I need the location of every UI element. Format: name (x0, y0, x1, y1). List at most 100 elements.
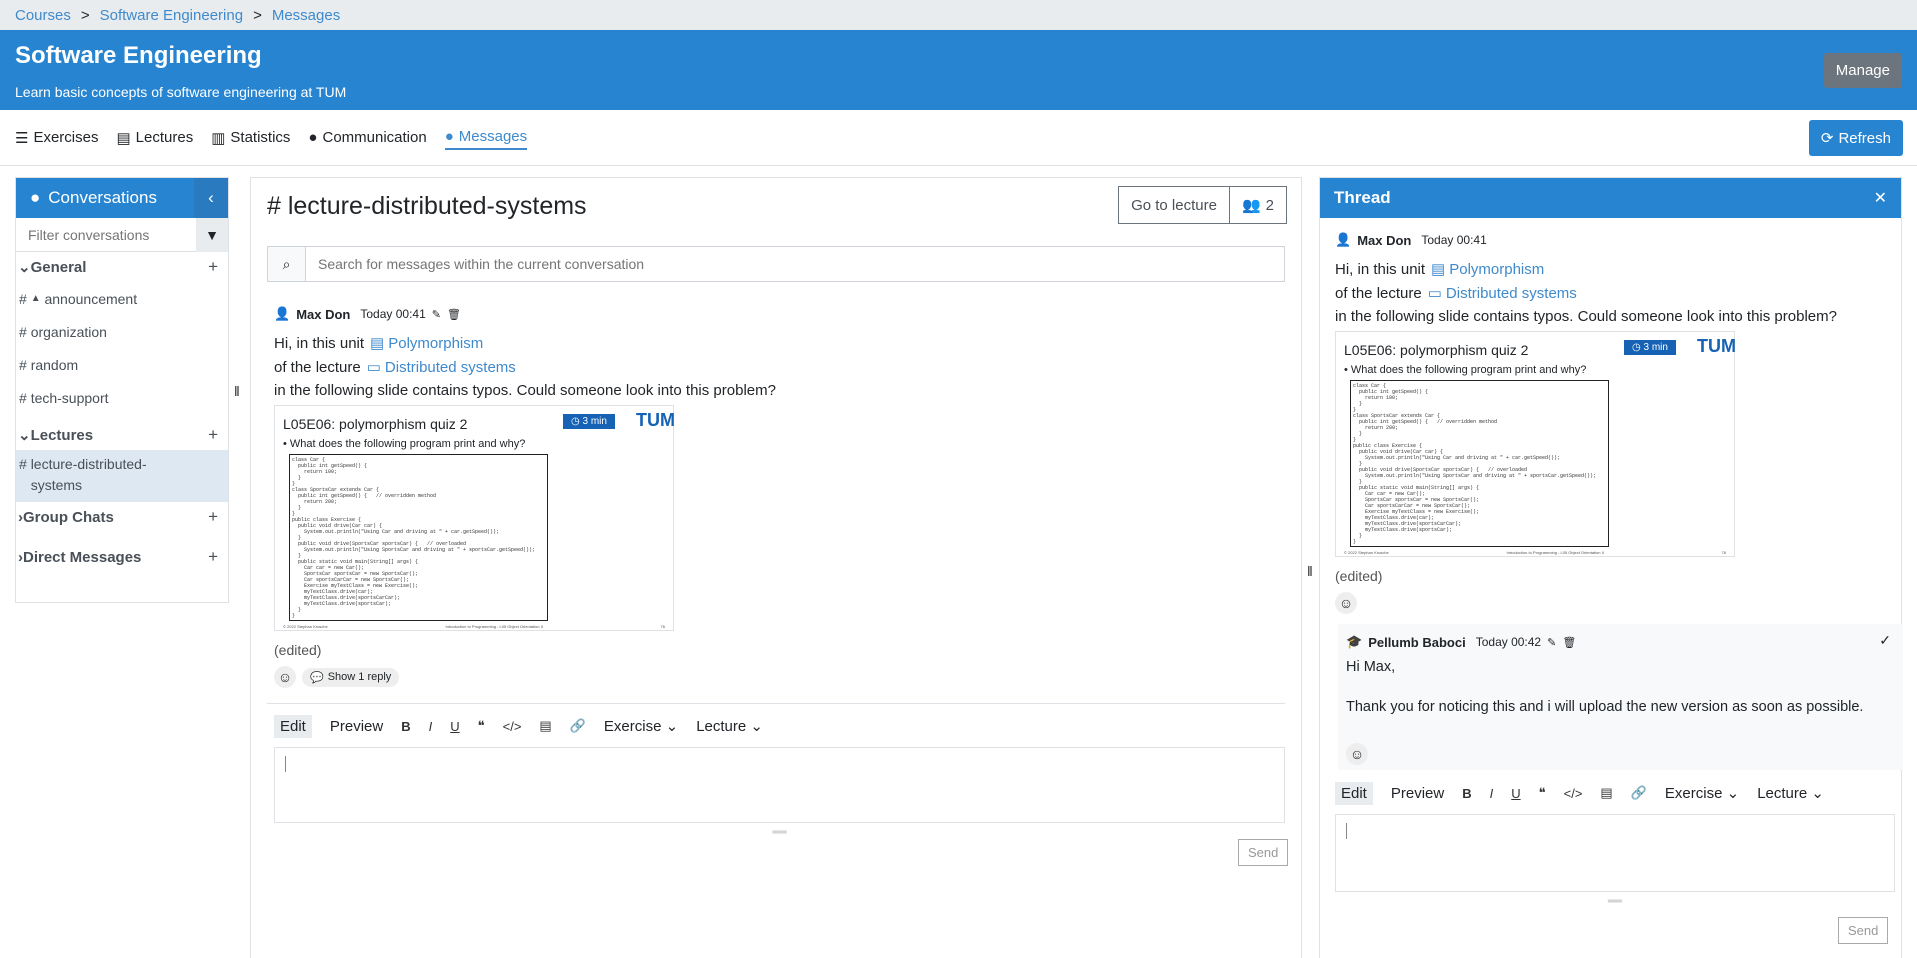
italic-icon[interactable]: I (429, 719, 433, 734)
dropdown-label: Exercise (603, 718, 662, 735)
edit-icon[interactable]: ✎ (432, 308, 441, 321)
breadcrumb-course[interactable]: Software Engineering (100, 7, 243, 24)
show-reply-button[interactable]: 💬 Show 1 reply (302, 667, 400, 687)
tab-lectures[interactable]: ▤ Lectures (116, 126, 193, 150)
textarea-resize-handle[interactable]: ══ (274, 827, 1285, 838)
lecture-dropdown[interactable]: Lecture ⌄ (1757, 784, 1824, 802)
emoji-reaction-icon[interactable]: ☺ (1346, 743, 1368, 765)
resize-handle[interactable]: ‖ (234, 383, 240, 399)
group-direct-messages[interactable]: › Direct Messages + (16, 542, 228, 572)
sidebar-item-tech-support[interactable]: # tech-support (16, 381, 228, 414)
link-icon[interactable]: 🔗 (570, 718, 586, 734)
close-icon[interactable]: ✕ (1874, 188, 1887, 208)
emoji-reaction-icon[interactable]: ☺ (1335, 592, 1357, 614)
tab-label: Lectures (135, 129, 194, 146)
group-general[interactable]: ⌄ General + (16, 252, 228, 282)
sidebar-item-lecture-distributed-systems[interactable]: # lecture-distributed-systems (16, 450, 228, 502)
channel-label: tech-support (30, 389, 109, 406)
lecture-dropdown[interactable]: Lecture ⌄ (696, 717, 763, 735)
go-to-lecture-button[interactable]: Go to lecture (1118, 186, 1230, 224)
slide-image[interactable]: L05E06: polymorphism quiz 2 ◷ 3 min TUM … (1335, 331, 1736, 557)
code-icon[interactable]: </> (1564, 786, 1583, 801)
sidebar-item-announcement[interactable]: # ▲ announcement (16, 282, 228, 315)
editor-toolbar: Edit Preview B I U ❝ </> ▤ 🔗 Exercise ⌄ … (1335, 780, 1895, 806)
filter-icon[interactable]: ▼ (196, 218, 228, 252)
slide-footer-left: © 2022 Stephan Krusche (1344, 550, 1389, 555)
trash-icon[interactable]: 🗑 (1562, 636, 1576, 649)
users-icon: 👥 (1241, 197, 1261, 214)
textarea-resize-handle[interactable]: ══ (1335, 896, 1895, 907)
send-button[interactable]: Send (1838, 917, 1889, 944)
breadcrumb-messages[interactable]: Messages (272, 7, 340, 24)
group-group-chats[interactable]: › Group Chats + (16, 502, 228, 532)
edit-tab[interactable]: Edit (274, 714, 312, 738)
slide-footer-mid: Introduction to Programming - L05 Object… (445, 624, 543, 629)
tab-statistics[interactable]: ▥ Statistics (211, 126, 290, 150)
manage-button[interactable]: Manage (1823, 53, 1902, 88)
members-button[interactable]: 👥 2 (1229, 186, 1287, 224)
group-lectures[interactable]: ⌄ Lectures + (16, 420, 228, 450)
group-label: Lectures (30, 426, 94, 444)
exercise-dropdown[interactable]: Exercise ⌄ (604, 717, 678, 735)
edited-label: (edited) (274, 642, 322, 658)
message-text: in the following slide contains typos. C… (1335, 308, 1837, 325)
sidebar-item-random[interactable]: # random (16, 348, 228, 381)
chevron-left-icon[interactable]: ‹ (194, 178, 228, 218)
slide-code: class Car { public int getSpeed() { retu… (1350, 380, 1609, 547)
plus-icon[interactable]: + (208, 425, 218, 445)
user-icon: 👤 (1335, 232, 1352, 247)
text-cursor (285, 756, 286, 772)
tab-communication[interactable]: ● Communication (308, 126, 426, 150)
message-search-input[interactable] (306, 256, 1206, 272)
bold-icon[interactable]: B (401, 719, 410, 734)
breadcrumb-courses[interactable]: Courses (15, 7, 71, 24)
unit-link[interactable]: ▤ Polymorphism (1431, 260, 1544, 279)
plus-icon[interactable]: + (208, 547, 218, 567)
code-line: } (292, 613, 296, 619)
check-icon[interactable]: ✓ (1879, 632, 1891, 649)
refresh-button[interactable]: ⟳ Refresh (1808, 120, 1903, 156)
message-author: 👤 Max Don Today 00:41 ✎ 🗑 (274, 306, 1274, 322)
unit-link[interactable]: ▤ Polymorphism (370, 334, 483, 353)
quote-icon[interactable]: ❝ (1539, 785, 1546, 801)
italic-icon[interactable]: I (1490, 786, 1494, 801)
edit-icon[interactable]: ✎ (1547, 636, 1556, 649)
sidebar-item-organization[interactable]: # organization (16, 315, 228, 348)
underline-icon[interactable]: U (1511, 786, 1520, 801)
tab-messages[interactable]: ● Messages (444, 126, 528, 150)
file-upload-icon[interactable]: ▤ (1600, 785, 1612, 801)
course-subtitle: Learn basic concepts of software enginee… (15, 84, 347, 100)
bold-icon[interactable]: B (1462, 786, 1471, 801)
quote-icon[interactable]: ❝ (478, 718, 485, 734)
message-textarea[interactable] (274, 747, 1285, 823)
presentation-icon: ▭ (366, 359, 381, 376)
reply-textarea[interactable] (1335, 814, 1895, 892)
exercise-dropdown[interactable]: Exercise ⌄ (1665, 784, 1739, 802)
bell-icon: ▲ (30, 293, 41, 304)
underline-icon[interactable]: U (450, 719, 459, 734)
edit-tab[interactable]: Edit (1335, 781, 1373, 805)
slide-image[interactable]: L05E06: polymorphism quiz 2 ◷ 3 min TUM … (274, 405, 675, 631)
plus-icon[interactable]: + (208, 257, 218, 277)
code-icon[interactable]: </> (503, 719, 522, 734)
author-name: Max Don (1357, 232, 1412, 248)
link-icon[interactable]: 🔗 (1631, 785, 1647, 801)
resize-handle[interactable]: ‖ (1307, 563, 1313, 579)
preview-tab[interactable]: Preview (1391, 785, 1444, 802)
lecture-link[interactable]: ▭ Distributed systems (1428, 284, 1577, 303)
dropdown-label: Lecture (1757, 785, 1808, 802)
preview-tab[interactable]: Preview (330, 718, 383, 735)
slide-question-text: What does the following program print an… (1350, 364, 1587, 376)
send-button[interactable]: Send (1238, 839, 1289, 866)
filter-conversations-input[interactable] (16, 226, 196, 243)
file-upload-icon[interactable]: ▤ (539, 718, 551, 734)
thread-editor: Edit Preview B I U ❝ </> ▤ 🔗 Exercise ⌄ … (1335, 780, 1895, 907)
code-line: System.out.println("Using SportsCar and … (1353, 473, 1597, 479)
message-text: Hi, in this unit (1335, 260, 1426, 278)
emoji-reaction-icon[interactable]: ☺ (274, 666, 296, 688)
tab-exercises[interactable]: ☰ Exercises (15, 126, 98, 150)
lecture-link[interactable]: ▭ Distributed systems (366, 358, 516, 377)
plus-icon[interactable]: + (208, 507, 218, 527)
slide-question: • What does the following program print … (283, 438, 526, 450)
trash-icon[interactable]: 🗑 (447, 308, 461, 321)
